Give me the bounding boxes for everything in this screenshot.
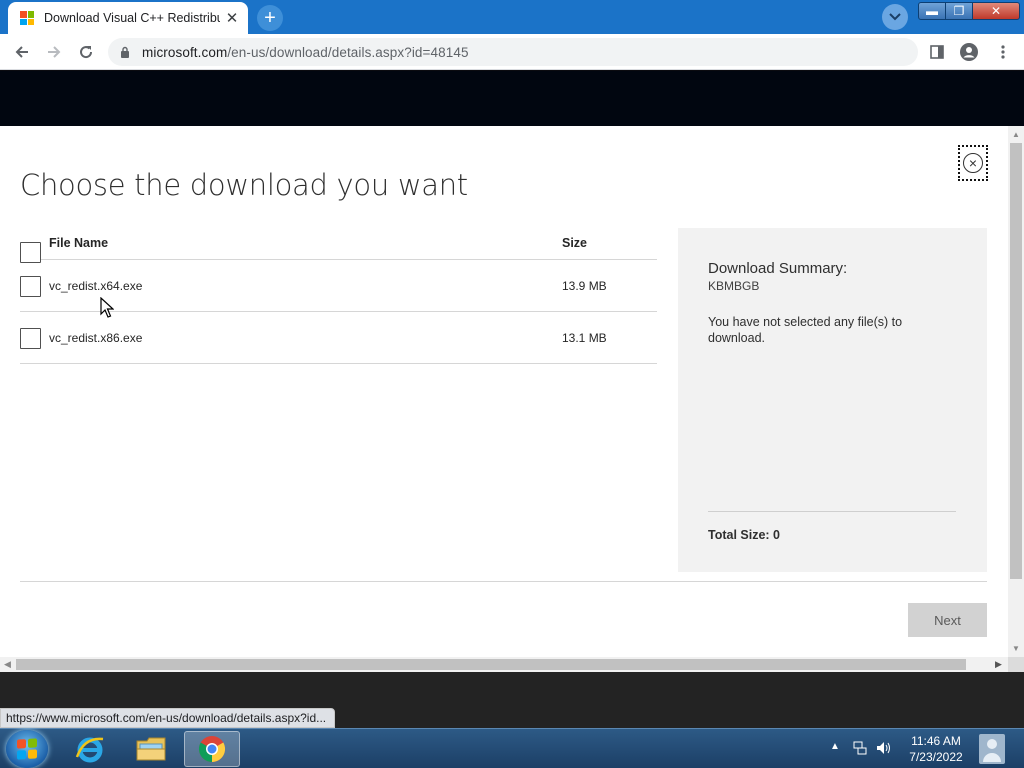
menu-icon[interactable]: [994, 43, 1012, 61]
vertical-scroll-thumb[interactable]: [1010, 143, 1022, 579]
forward-button[interactable]: [42, 40, 66, 64]
column-header-size: Size: [562, 236, 588, 250]
table-row[interactable]: vc_redist.x64.exe 13.9 MB: [20, 260, 657, 312]
taskbar-internet-explorer[interactable]: [62, 731, 118, 767]
summary-total-size: Total Size: 0: [708, 528, 781, 542]
summary-divider: [708, 511, 956, 512]
mouse-cursor-icon: [100, 297, 114, 318]
download-dialog: × Choose the download you want File Name…: [0, 126, 1008, 657]
chevron-down-icon: [889, 13, 901, 21]
file-table: File Name Size vc_redist.x64.exe 13.9 MB…: [20, 226, 657, 364]
clock-time: 11:46 AM: [911, 734, 961, 748]
window-close-button[interactable]: ✕: [972, 2, 1020, 20]
network-icon[interactable]: [852, 740, 868, 756]
profile-icon[interactable]: [960, 43, 978, 61]
column-header-file-name: File Name: [49, 236, 109, 250]
windows-taskbar: ▲ 11:46 AM 7/23/2022: [0, 728, 1024, 768]
user-account-icon[interactable]: [974, 731, 1010, 767]
tab-close-icon[interactable]: ✕: [224, 10, 240, 27]
lock-icon[interactable]: [120, 46, 130, 58]
file-name: vc_redist.x86.exe: [49, 331, 143, 345]
internet-explorer-icon: [75, 737, 104, 763]
clock-date: 7/23/2022: [909, 750, 963, 764]
scroll-up-icon[interactable]: ▲: [1012, 130, 1020, 139]
dialog-close-button[interactable]: ×: [958, 145, 988, 181]
dialog-title: Choose the download you want: [20, 168, 468, 202]
new-tab-button[interactable]: +: [257, 5, 283, 31]
horizontal-scroll-thumb[interactable]: [16, 659, 966, 670]
scrollbar-corner: [1008, 657, 1024, 672]
url-text[interactable]: microsoft.com/en-us/download/details.asp…: [142, 45, 469, 60]
file-checkbox[interactable]: [20, 276, 41, 297]
tab-strip: Download Visual C++ Redistribu ✕ + ▬ ❐ ✕: [0, 0, 1024, 34]
scroll-down-icon[interactable]: ▼: [1012, 644, 1020, 653]
tab-title: Download Visual C++ Redistribu: [44, 11, 220, 25]
dialog-divider: [20, 581, 987, 582]
browser-tab[interactable]: Download Visual C++ Redistribu ✕: [8, 2, 248, 34]
table-header: File Name Size: [20, 226, 657, 263]
file-size: 13.1 MB: [562, 331, 607, 345]
close-icon: ×: [963, 153, 983, 173]
taskbar-file-explorer[interactable]: [123, 731, 179, 767]
taskbar-chrome[interactable]: [184, 731, 240, 767]
start-button[interactable]: [6, 730, 48, 768]
tab-search-button[interactable]: [882, 4, 908, 30]
summary-message: You have not selected any file(s) to dow…: [708, 315, 903, 345]
tray-expand-icon[interactable]: ▲: [830, 741, 840, 752]
summary-code: KBMBGB: [708, 279, 760, 293]
summary-title: Download Summary:: [708, 260, 848, 277]
back-arrow-icon: [15, 46, 28, 58]
horizontal-scrollbar[interactable]: ◀ ▶: [0, 657, 1008, 672]
volume-icon[interactable]: [876, 740, 892, 756]
table-row[interactable]: vc_redist.x86.exe 13.1 MB: [20, 312, 657, 364]
scroll-left-icon[interactable]: ◀: [4, 659, 11, 670]
system-clock[interactable]: 11:46 AM 7/23/2022: [904, 733, 968, 765]
window-maximize-button[interactable]: ❐: [945, 2, 973, 20]
status-bar-url: https://www.microsoft.com/en-us/download…: [0, 708, 336, 728]
scroll-right-icon[interactable]: ▶: [995, 659, 1002, 670]
file-size: 13.9 MB: [562, 279, 607, 293]
chrome-icon: [198, 736, 226, 763]
download-summary-panel: Download Summary: KBMBGB You have not se…: [678, 228, 987, 572]
file-checkbox[interactable]: [20, 328, 41, 349]
next-button[interactable]: Next: [908, 603, 987, 637]
side-panel-icon[interactable]: [928, 43, 946, 61]
folder-icon: [136, 737, 166, 761]
window-minimize-button[interactable]: ▬: [918, 2, 946, 20]
windows-logo-icon: [17, 738, 37, 760]
vertical-scrollbar[interactable]: ▲ ▼: [1008, 126, 1024, 657]
address-bar[interactable]: microsoft.com/en-us/download/details.asp…: [108, 38, 918, 66]
file-name: vc_redist.x64.exe: [49, 279, 143, 293]
back-button[interactable]: [10, 40, 34, 64]
reload-button[interactable]: [74, 40, 98, 64]
site-header: [0, 71, 1024, 126]
microsoft-logo-icon: [20, 11, 34, 25]
reload-icon: [80, 46, 93, 59]
forward-arrow-icon: [48, 46, 61, 58]
browser-toolbar: microsoft.com/en-us/download/details.asp…: [0, 34, 1024, 92]
